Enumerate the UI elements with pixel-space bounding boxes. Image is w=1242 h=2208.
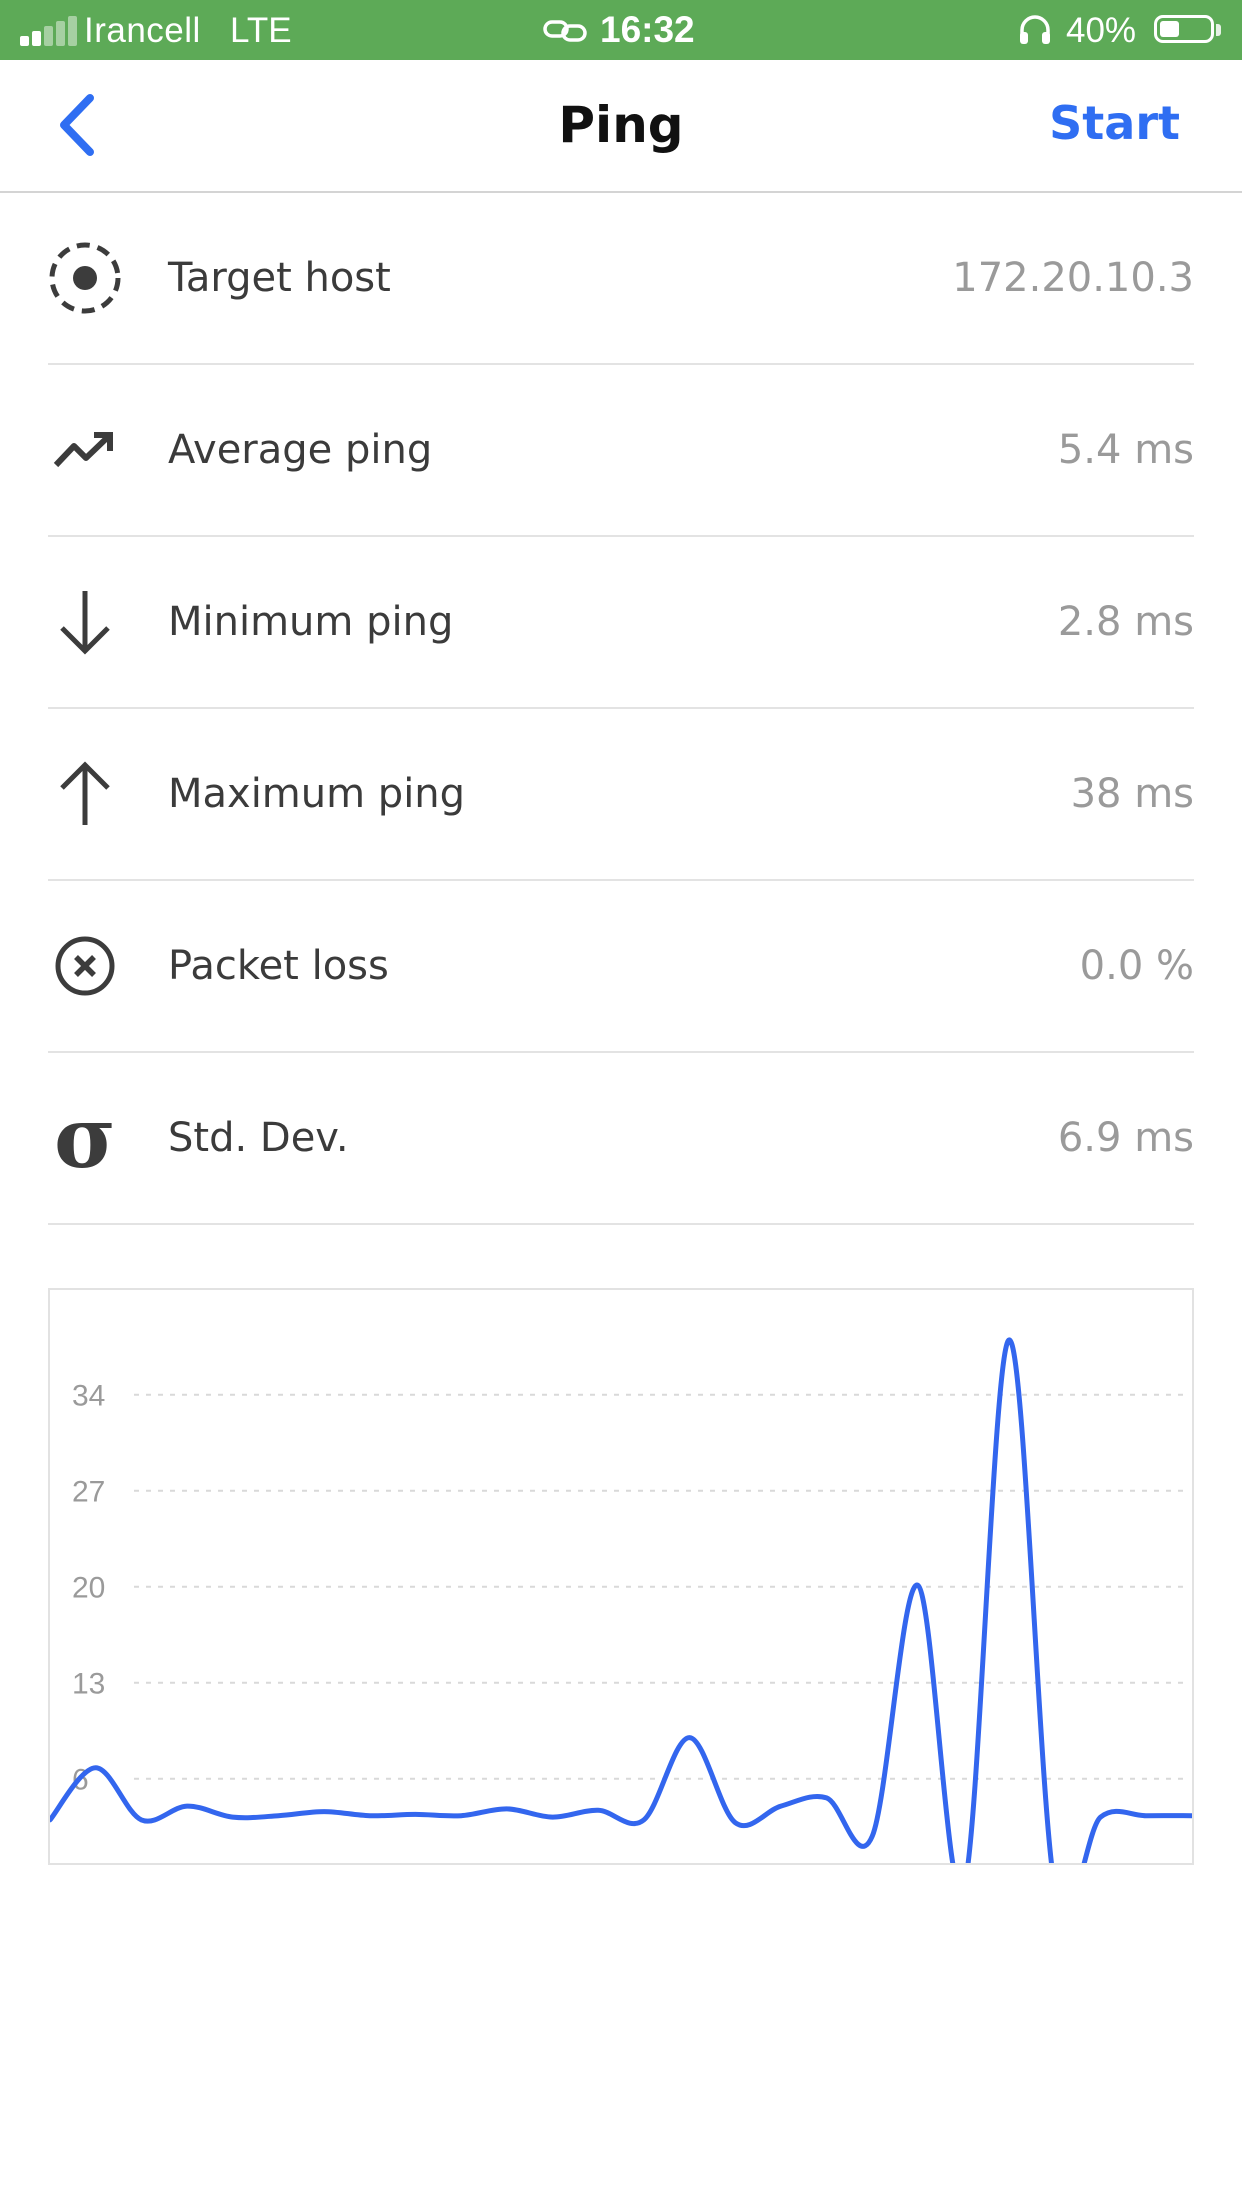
arrow-up-icon	[48, 757, 122, 831]
start-button[interactable]: Start	[1049, 96, 1180, 150]
status-bar: Irancell LTE 16:32 40%	[0, 0, 1242, 60]
chart-canvas: 613202734	[48, 1288, 1194, 1865]
carrier-name: Irancell	[84, 11, 201, 50]
battery-tip	[1216, 24, 1221, 36]
trending-up-icon	[48, 413, 122, 487]
stat-label: Minimum ping	[168, 599, 454, 645]
sigma-glyph: σ	[54, 1088, 116, 1187]
stat-label: Std. Dev.	[168, 1115, 349, 1161]
stat-value: 0.0 %	[1079, 943, 1194, 989]
battery-percentage: 40%	[1066, 11, 1137, 50]
stat-value: 172.20.10.3	[952, 255, 1194, 301]
target-icon	[48, 241, 122, 315]
stat-value: 6.9 ms	[1057, 1115, 1194, 1161]
stat-row-target-host: Target host 172.20.10.3	[48, 193, 1194, 365]
sigma-icon: σ	[48, 1096, 122, 1180]
stat-label: Maximum ping	[168, 771, 466, 817]
stat-label: Packet loss	[168, 943, 389, 989]
stat-label: Average ping	[168, 427, 433, 473]
y-tick-label: 20	[72, 1572, 105, 1605]
network-type: LTE	[230, 11, 292, 50]
battery-icon	[1154, 15, 1214, 43]
stat-row-std-dev: σ Std. Dev. 6.9 ms	[48, 1053, 1194, 1225]
stat-value: 2.8 ms	[1057, 599, 1194, 645]
signal-strength-icon	[20, 16, 77, 46]
stat-row-maximum-ping: Maximum ping 38 ms	[48, 709, 1194, 881]
stat-value: 38 ms	[1070, 771, 1194, 817]
navigation-bar: Ping Start	[0, 60, 1242, 193]
headphones-icon	[1020, 15, 1050, 44]
stat-row-average-ping: Average ping 5.4 ms	[48, 365, 1194, 537]
y-tick-label: 34	[72, 1380, 105, 1413]
clock: 16:32	[600, 9, 695, 50]
ping-history-chart: 6 13 20 27 34	[48, 1288, 1194, 1865]
stat-row-minimum-ping: Minimum ping 2.8 ms	[48, 537, 1194, 709]
stat-value: 5.4 ms	[1057, 427, 1194, 473]
y-tick-label: 27	[72, 1476, 105, 1509]
stat-label: Target host	[168, 255, 391, 301]
stat-row-packet-loss: Packet loss 0.0 %	[48, 881, 1194, 1053]
hotspot-link-icon	[543, 20, 587, 42]
arrow-down-icon	[48, 585, 122, 659]
ping-stats-list: Target host 172.20.10.3 Average ping 5.4…	[0, 193, 1242, 1225]
close-circle-icon	[48, 929, 122, 1003]
y-tick-label: 13	[72, 1668, 105, 1701]
